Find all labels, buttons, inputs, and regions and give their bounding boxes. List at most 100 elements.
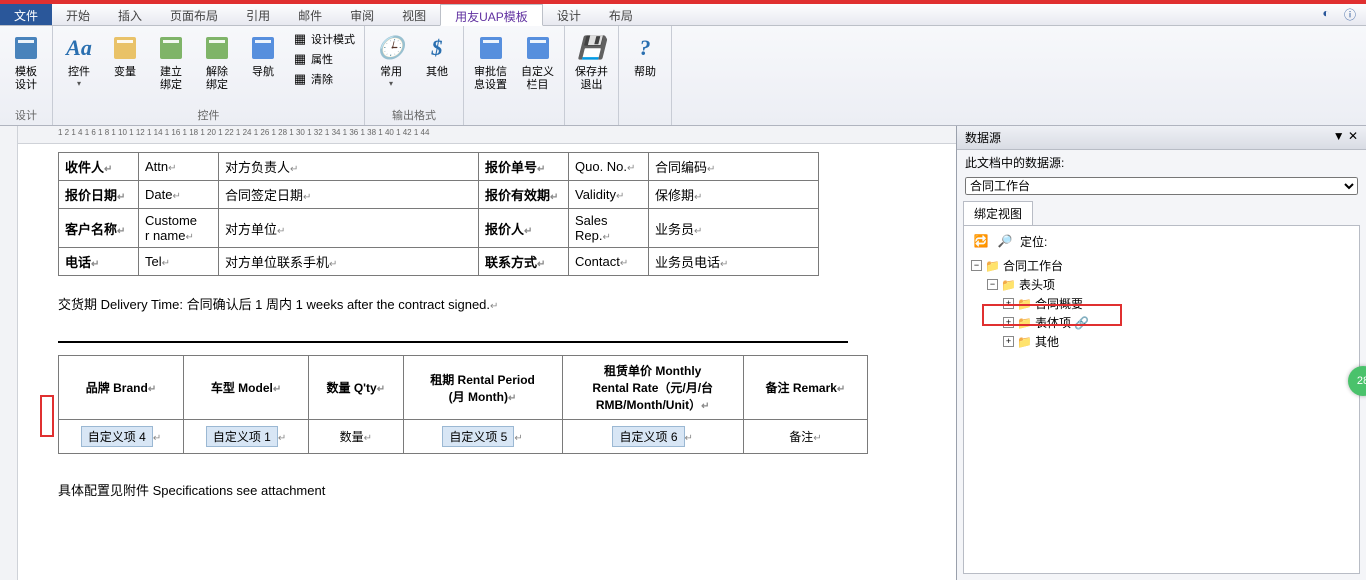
detail-cell[interactable]: 自定义项 6↵ [562, 420, 743, 454]
template-design[interactable]: 模板设计 [6, 30, 46, 94]
row-highlight [40, 395, 54, 437]
ribbon: 模板设计设计Aa控件▾变量建立绑定解除绑定导航▦设计模式▦属性▦清除控件🕒常用▾… [0, 26, 1366, 126]
form-cell: 电话↵ [59, 248, 139, 276]
menu-设计[interactable]: 设计 [543, 4, 595, 25]
custom-col[interactable]: 自定义栏目 [517, 30, 558, 94]
tree-icon-2[interactable]: 🔎 [996, 232, 1014, 250]
navigate-icon [247, 32, 279, 64]
tree-icon-1[interactable]: 🔁 [972, 232, 990, 250]
clear[interactable]: ▦清除 [289, 70, 358, 88]
field-token[interactable]: 自定义项 1 [206, 426, 278, 447]
menu-file[interactable]: 文件 [0, 4, 52, 25]
detail-header: 品牌 Brand↵ [59, 356, 184, 420]
detail-header: 租赁单价 MonthlyRental Rate（元/月/台RMB/Month/U… [562, 356, 743, 420]
panel-dropdown-icon[interactable]: ▼ [1333, 129, 1345, 143]
detail-cell[interactable]: 数量↵ [309, 420, 404, 454]
remove-bind[interactable]: 解除绑定 [197, 30, 237, 94]
common-fmt-icon: 🕒 [375, 32, 407, 64]
folder-icon: 📁 [1001, 278, 1016, 292]
form-cell: 报价有效期↵ [479, 181, 569, 209]
form-table: 收件人↵Attn↵对方负责人↵报价单号↵Quo. No.↵合同编码↵报价日期↵D… [58, 152, 819, 276]
menu-视图[interactable]: 视图 [388, 4, 440, 25]
detail-table: 品牌 Brand↵车型 Model↵数量 Q'ty↵租期 Rental Peri… [58, 355, 868, 454]
datasource-panel: 数据源 ▼ ✕ 此文档中的数据源: 合同工作台 绑定视图 🔁 🔎 定位: −📁合… [956, 126, 1366, 580]
node-summary[interactable]: +📁合同概要 [968, 294, 1355, 313]
properties[interactable]: ▦属性 [289, 50, 358, 68]
design-mode-icon: ▦ [292, 31, 308, 47]
vertical-ruler [0, 126, 18, 580]
node-body[interactable]: +📁表体项 🔗 [968, 313, 1355, 332]
tree-toggle-icon[interactable]: − [987, 279, 998, 290]
common-fmt[interactable]: 🕒常用▾ [371, 30, 411, 90]
tree-toggle-icon[interactable]: + [1003, 298, 1014, 309]
folder-icon: 📁 [985, 259, 1000, 273]
node-root[interactable]: −📁合同工作台 [968, 256, 1355, 275]
field-token[interactable]: 自定义项 6 [612, 426, 684, 447]
menu-bar: 文件 开始插入页面布局引用邮件审阅视图用友UAP模板设计布局 ◐ ⓘ [0, 4, 1366, 26]
menu-用友UAP模板[interactable]: 用友UAP模板 [440, 4, 543, 26]
detail-cell[interactable]: 自定义项 4↵ [59, 420, 184, 454]
help[interactable]: ?帮助 [625, 30, 665, 81]
variable-btn[interactable]: 变量 [105, 30, 145, 81]
form-cell: Date↵ [139, 181, 219, 209]
detail-cell[interactable]: 自定义项 1↵ [184, 420, 309, 454]
clear-icon: ▦ [292, 71, 308, 87]
menu-开始[interactable]: 开始 [52, 4, 104, 25]
build-bind[interactable]: 建立绑定 [151, 30, 191, 94]
ribbon-help-icon[interactable]: ⓘ [1342, 6, 1358, 22]
menu-布局[interactable]: 布局 [595, 4, 647, 25]
form-cell: 收件人↵ [59, 153, 139, 181]
form-cell: 对方单位↵ [219, 209, 479, 248]
tree-toggle-icon[interactable]: + [1003, 317, 1014, 328]
template-design-icon [10, 32, 42, 64]
remove-bind-icon [201, 32, 233, 64]
variable-btn-icon [109, 32, 141, 64]
help-icon: ? [629, 32, 661, 64]
custom-col-icon [522, 32, 554, 64]
node-header[interactable]: −📁表头项 [968, 275, 1355, 294]
form-cell: 合同签定日期↵ [219, 181, 479, 209]
form-cell: 合同编码↵ [649, 153, 819, 181]
menu-审阅[interactable]: 审阅 [336, 4, 388, 25]
node-other[interactable]: +📁其他 [968, 332, 1355, 351]
other-fmt[interactable]: $其他 [417, 30, 457, 81]
menu-邮件[interactable]: 邮件 [284, 4, 336, 25]
menu-插入[interactable]: 插入 [104, 4, 156, 25]
form-cell: Contact↵ [569, 248, 649, 276]
design-mode[interactable]: ▦设计模式 [289, 30, 358, 48]
form-cell: 业务员电话↵ [649, 248, 819, 276]
detail-header: 租期 Rental Period(月 Month)↵ [403, 356, 562, 420]
save-exit[interactable]: 💾保存并退出 [571, 30, 612, 94]
form-cell: 对方负责人↵ [219, 153, 479, 181]
form-cell: 联系方式↵ [479, 248, 569, 276]
detail-header: 备注 Remark↵ [743, 356, 867, 420]
tree-toggle-icon[interactable]: − [971, 260, 982, 271]
form-cell: Validity↵ [569, 181, 649, 209]
horizontal-ruler: 1 2 1 4 1 6 1 8 1 10 1 12 1 14 1 16 1 18… [18, 126, 956, 144]
menu-页面布局[interactable]: 页面布局 [156, 4, 232, 25]
form-cell: 报价日期↵ [59, 181, 139, 209]
control-btn[interactable]: Aa控件▾ [59, 30, 99, 90]
form-cell: 客户名称↵ [59, 209, 139, 248]
panel-close-icon[interactable]: ✕ [1348, 129, 1358, 143]
detail-header: 车型 Model↵ [184, 356, 309, 420]
control-btn-icon: Aa [63, 32, 95, 64]
detail-cell[interactable]: 备注↵ [743, 420, 867, 454]
detail-cell[interactable]: 自定义项 5↵ [403, 420, 562, 454]
field-token[interactable]: 自定义项 5 [442, 426, 514, 447]
form-cell: 报价人↵ [479, 209, 569, 248]
folder-icon: 📁 [1017, 297, 1032, 311]
datasource-select[interactable]: 合同工作台 [965, 177, 1358, 195]
tree-toggle-icon[interactable]: + [1003, 336, 1014, 347]
style-help-icon[interactable]: ◐ [1318, 6, 1334, 22]
approval-info[interactable]: 审批信息设置 [470, 30, 511, 94]
approval-info-icon [475, 32, 507, 64]
field-token[interactable]: 自定义项 4 [81, 426, 153, 447]
tab-bindview[interactable]: 绑定视图 [963, 201, 1033, 225]
form-cell: Customer name↵ [139, 209, 219, 248]
form-cell: 业务员↵ [649, 209, 819, 248]
panel-title: 数据源 [965, 129, 1001, 146]
menu-引用[interactable]: 引用 [232, 4, 284, 25]
form-cell: 报价单号↵ [479, 153, 569, 181]
navigate[interactable]: 导航 [243, 30, 283, 81]
